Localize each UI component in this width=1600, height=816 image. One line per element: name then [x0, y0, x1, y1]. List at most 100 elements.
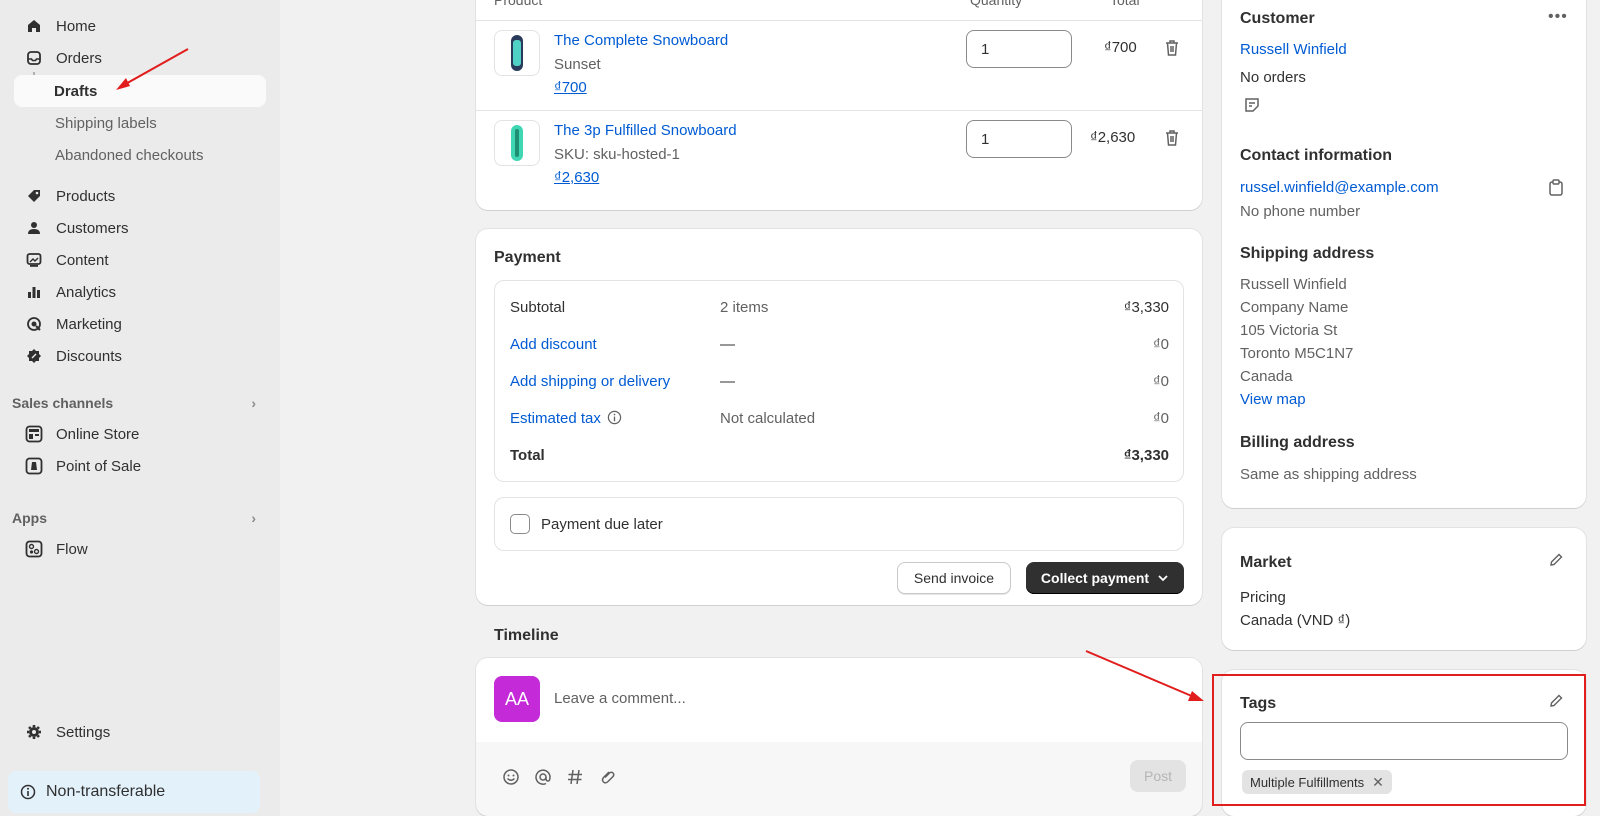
customer-name-link[interactable]: Russell Winfield: [1240, 41, 1347, 58]
emoji-icon[interactable]: [502, 768, 520, 786]
discount-value: ₫0: [1152, 336, 1169, 353]
sidebar-item-label: Shipping labels: [55, 114, 157, 132]
attachment-icon[interactable]: [598, 768, 616, 786]
shipping-address-title: Shipping address: [1240, 245, 1375, 262]
target-icon: [24, 314, 44, 334]
sidebar-item-online-store[interactable]: Online Store: [14, 418, 266, 450]
sidebar-item-label: Flow: [56, 540, 88, 558]
send-invoice-button[interactable]: Send invoice: [897, 562, 1011, 594]
annotation-highlight-box: [1212, 674, 1586, 806]
address-line: Company Name: [1240, 299, 1349, 316]
payment-due-later-row[interactable]: Payment due later: [494, 497, 1184, 551]
sidebar-item-home[interactable]: Home: [14, 10, 266, 42]
sidebar-item-settings[interactable]: Settings: [14, 716, 266, 748]
line-total: ₫2,630: [1090, 129, 1136, 146]
discount-detail: —: [720, 336, 735, 353]
gear-icon: [24, 722, 44, 742]
product-price[interactable]: ₫2,630: [554, 169, 599, 186]
payment-title: Payment: [494, 249, 561, 266]
snowboard-image: [511, 35, 523, 71]
apps-header[interactable]: Apps ›: [12, 510, 266, 526]
sidebar-item-shipping-labels[interactable]: Shipping labels: [14, 107, 266, 139]
sidebar-item-label: Orders: [56, 49, 102, 67]
product-title-link[interactable]: The 3p Fulfilled Snowboard: [554, 122, 737, 139]
market-card: Market Pricing Canada (VND ₫): [1222, 528, 1586, 650]
billing-address-text: Same as shipping address: [1240, 466, 1417, 483]
collect-payment-button[interactable]: Collect payment: [1026, 562, 1184, 594]
address-line: Toronto M5C1N7: [1240, 345, 1354, 362]
pos-icon: [24, 456, 44, 476]
info-icon: [607, 410, 622, 425]
info-icon: [20, 784, 36, 800]
add-discount-link[interactable]: Add discount: [510, 336, 597, 353]
customer-title: Customer: [1240, 10, 1315, 27]
avatar: AA: [494, 676, 540, 722]
line-total: ₫700: [1104, 39, 1137, 56]
payment-due-later-checkbox[interactable]: [510, 514, 530, 534]
sidebar-item-products[interactable]: Products: [14, 180, 266, 212]
tax-value: ₫0: [1152, 410, 1169, 427]
note-icon[interactable]: [1244, 97, 1260, 116]
sidebar-item-abandoned-checkouts[interactable]: Abandoned checkouts: [14, 139, 266, 171]
customer-orders: No orders: [1240, 69, 1306, 86]
product-thumbnail[interactable]: [494, 30, 540, 76]
sidebar-item-discounts[interactable]: Discounts: [14, 340, 266, 372]
annotation-arrow-tags: [1085, 650, 1204, 701]
mention-icon[interactable]: [534, 768, 552, 786]
comment-input[interactable]: Leave a comment...: [554, 690, 686, 707]
sidebar-item-label: Content: [56, 251, 109, 269]
sidebar-item-marketing[interactable]: Marketing: [14, 308, 266, 340]
pricing-value: Canada (VND ₫): [1240, 612, 1351, 629]
edit-pencil-icon[interactable]: [1548, 552, 1564, 571]
payment-due-later-label: Payment due later: [541, 515, 663, 533]
sidebar-item-content[interactable]: Content: [14, 244, 266, 276]
quantity-input[interactable]: 1: [966, 30, 1072, 68]
total-value: ₫3,330: [1123, 447, 1169, 464]
sidebar-item-label: Abandoned checkouts: [55, 146, 204, 164]
trash-icon[interactable]: [1164, 39, 1180, 60]
sidebar-item-label: Home: [56, 17, 97, 35]
product-title-link[interactable]: The Complete Snowboard: [554, 32, 728, 49]
hashtag-icon[interactable]: [566, 768, 584, 786]
home-icon: [24, 16, 44, 36]
pricing-label: Pricing: [1240, 589, 1286, 606]
estimated-tax-link[interactable]: Estimated tax: [510, 410, 622, 427]
sidebar-item-point-of-sale[interactable]: Point of Sale: [14, 450, 266, 482]
sales-channels-header[interactable]: Sales channels ›: [12, 395, 266, 411]
store-plan-badge[interactable]: Non-transferable: [8, 771, 260, 813]
more-actions-icon[interactable]: •••: [1548, 8, 1568, 26]
chevron-right-icon: ›: [251, 510, 256, 526]
sidebar-item-analytics[interactable]: Analytics: [14, 276, 266, 308]
shipping-detail: —: [720, 373, 735, 390]
customer-phone: No phone number: [1240, 203, 1361, 220]
product-variant: SKU: sku-hosted-1: [554, 146, 680, 163]
quantity-input[interactable]: 1: [966, 120, 1072, 158]
address-line: Canada: [1240, 368, 1293, 385]
add-shipping-link[interactable]: Add shipping or delivery: [510, 373, 670, 390]
sidebar-item-flow[interactable]: Flow: [14, 533, 266, 565]
sidebar-item-label: Customers: [56, 219, 129, 237]
subtotal-detail: 2 items: [720, 299, 769, 316]
product-price[interactable]: ₫700: [554, 79, 587, 96]
orders-icon: [24, 48, 44, 68]
subtotal-label: Subtotal: [510, 299, 566, 316]
post-button[interactable]: Post: [1130, 760, 1186, 792]
sidebar-item-label: Marketing: [56, 315, 122, 333]
sidebar-item-label: Analytics: [56, 283, 117, 301]
discount-icon: [24, 346, 44, 366]
customer-email-link[interactable]: russel.winfield@example.com: [1240, 179, 1439, 196]
product-thumbnail[interactable]: [494, 120, 540, 166]
tag-icon: [24, 186, 44, 206]
tax-detail: Not calculated: [720, 410, 816, 427]
chevron-down-icon: [1158, 575, 1168, 582]
quantity-column-header: Quantity: [970, 0, 1023, 8]
store-icon: [24, 424, 44, 444]
sidebar-item-label: Discounts: [56, 347, 122, 365]
clipboard-icon[interactable]: [1548, 179, 1564, 200]
payment-summary: Subtotal 2 items ₫3,330 Add discount — ₫…: [494, 280, 1184, 482]
sidebar-item-customers[interactable]: Customers: [14, 212, 266, 244]
store-plan-label: Non-transferable: [46, 783, 166, 800]
view-map-link[interactable]: View map: [1240, 391, 1306, 408]
trash-icon[interactable]: [1164, 129, 1180, 150]
payment-card: Payment Subtotal 2 items ₫3,330 Add disc…: [476, 229, 1202, 605]
